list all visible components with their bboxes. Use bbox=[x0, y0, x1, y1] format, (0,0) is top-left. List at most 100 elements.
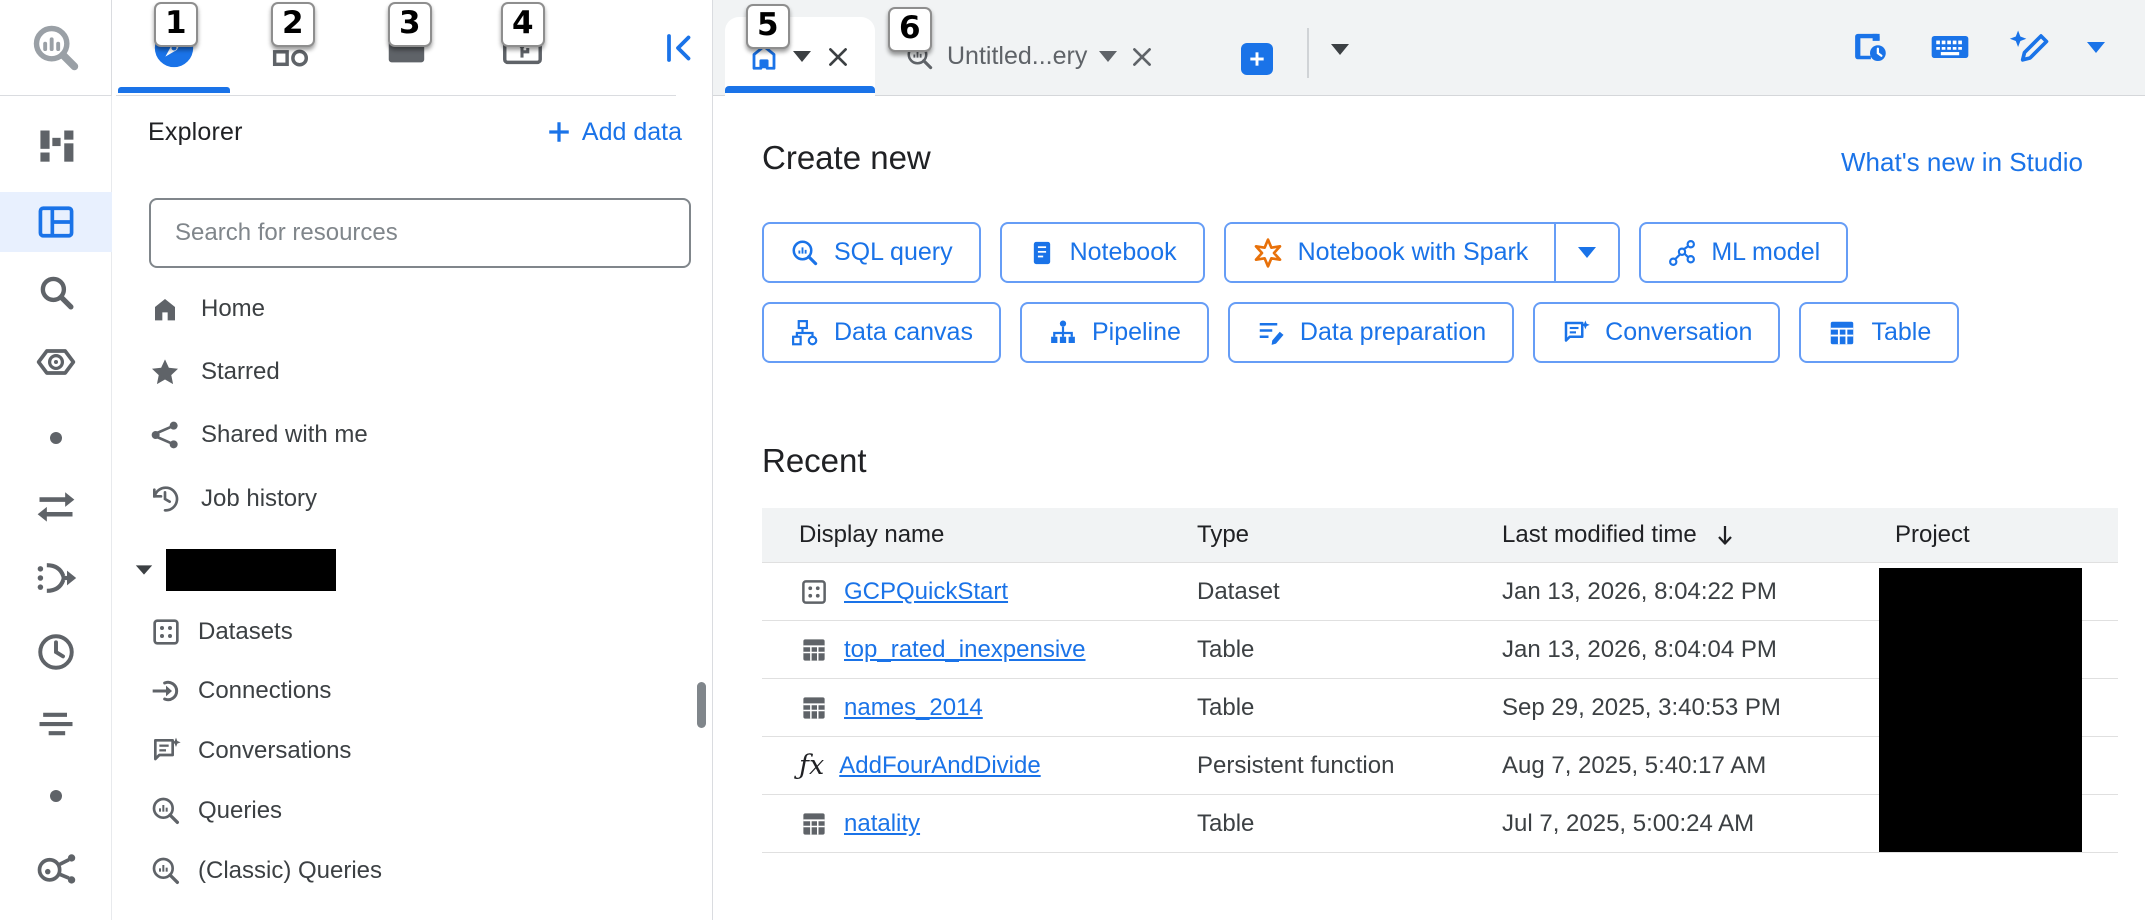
merge-arrow-icon bbox=[34, 556, 78, 600]
col-last-modified[interactable]: Last modified time bbox=[1502, 521, 1895, 549]
project-tree-node[interactable] bbox=[130, 544, 336, 596]
ml-model-button[interactable]: ML model bbox=[1639, 222, 1848, 283]
spark-star-icon bbox=[1252, 237, 1284, 269]
tree-item-queries[interactable]: Queries bbox=[112, 781, 672, 840]
data-preparation-button[interactable]: Data preparation bbox=[1228, 302, 1514, 363]
resource-link[interactable]: names_2014 bbox=[844, 694, 983, 722]
keyboard-icon bbox=[1928, 25, 1972, 69]
resource-type: Table bbox=[1197, 694, 1502, 722]
rail-item-transfers[interactable] bbox=[0, 480, 112, 532]
rail-item-workspace-active[interactable] bbox=[0, 192, 112, 252]
tree-item-label: Datasets bbox=[198, 618, 293, 646]
mark-badge-4: 4 bbox=[501, 2, 545, 47]
expand-arrow-icon[interactable] bbox=[130, 556, 158, 584]
button-label: SQL query bbox=[834, 238, 953, 267]
explorer-item-job-history[interactable]: Job history bbox=[112, 468, 672, 530]
resource-modified: Sep 29, 2025, 3:40:53 PM bbox=[1502, 694, 1895, 722]
table-icon bbox=[1827, 318, 1857, 348]
home-tab-menu-caret[interactable] bbox=[793, 51, 811, 62]
notebook-button[interactable]: Notebook bbox=[1000, 222, 1205, 283]
explorer-item-label: Home bbox=[201, 295, 265, 323]
project-column-redacted bbox=[1879, 568, 2082, 852]
recent-heading: Recent bbox=[762, 442, 867, 480]
dataset-icon bbox=[799, 577, 829, 607]
col-project[interactable]: Project bbox=[1895, 521, 2118, 549]
rail-item-dot-1[interactable] bbox=[0, 412, 112, 464]
clock-icon bbox=[35, 631, 77, 673]
notebook-with-spark-button[interactable]: Notebook with Spark bbox=[1226, 224, 1555, 281]
table-button[interactable]: Table bbox=[1799, 302, 1959, 363]
dot-icon bbox=[48, 430, 64, 446]
add-data-label: Add data bbox=[582, 118, 682, 147]
home-tab-content: Create new What's new in Studio SQL quer… bbox=[713, 97, 2145, 920]
rail-item-search[interactable] bbox=[0, 266, 112, 318]
sort-desc-arrow-icon bbox=[1713, 523, 1737, 547]
keyboard-shortcuts-button[interactable] bbox=[1927, 24, 1973, 70]
resource-link[interactable]: AddFourAndDivide bbox=[839, 752, 1040, 780]
rail-item-dot-2[interactable] bbox=[0, 770, 112, 822]
button-label: Conversation bbox=[1605, 318, 1752, 347]
scheduled-tab-button[interactable] bbox=[1847, 24, 1893, 70]
conversation-button[interactable]: Conversation bbox=[1533, 302, 1780, 363]
untitled-tab-menu-caret[interactable] bbox=[1099, 51, 1117, 62]
search-input[interactable] bbox=[175, 219, 665, 247]
data-preparation-icon bbox=[1256, 318, 1286, 348]
rail-item-governance[interactable] bbox=[0, 842, 112, 894]
query-icon bbox=[150, 855, 182, 887]
rail-item-partner[interactable] bbox=[0, 336, 112, 388]
home-icon bbox=[149, 293, 181, 325]
tree-item-classic-queries[interactable]: (Classic) Queries bbox=[112, 841, 672, 900]
rail-item-scheduling[interactable] bbox=[0, 626, 112, 678]
dataset-icon bbox=[150, 616, 182, 648]
tree-item-datasets[interactable]: Datasets bbox=[112, 602, 672, 661]
data-canvas-button[interactable]: Data canvas bbox=[762, 302, 1001, 363]
gemini-menu-caret[interactable] bbox=[2087, 42, 2105, 53]
resource-type: Table bbox=[1197, 636, 1502, 664]
new-tab-button[interactable] bbox=[1241, 43, 1273, 75]
resource-modified: Jan 13, 2026, 8:04:22 PM bbox=[1502, 578, 1895, 606]
history-icon bbox=[149, 483, 181, 515]
tab-overflow-caret[interactable] bbox=[1331, 44, 1349, 55]
tree-item-connections[interactable]: Connections bbox=[112, 661, 672, 720]
plus-icon bbox=[546, 119, 572, 145]
hub-network-icon bbox=[34, 846, 78, 890]
explorer-panel: Explorer Add data Home Starred bbox=[112, 0, 713, 920]
sql-query-icon bbox=[790, 238, 820, 268]
whats-new-link[interactable]: What's new in Studio bbox=[1841, 147, 2083, 178]
table-icon bbox=[799, 693, 829, 723]
gemini-assist-button[interactable] bbox=[2007, 24, 2053, 70]
col-type[interactable]: Type bbox=[1197, 521, 1502, 549]
resource-link[interactable]: natality bbox=[844, 810, 920, 838]
resource-type: Persistent function bbox=[1197, 752, 1502, 780]
rail-item-monitoring[interactable] bbox=[0, 698, 112, 750]
resource-link[interactable]: top_rated_inexpensive bbox=[844, 636, 1086, 664]
rail-item-migration[interactable] bbox=[0, 552, 112, 604]
explorer-item-home[interactable]: Home bbox=[112, 278, 672, 340]
recent-table-header: Display name Type Last modified time Pro… bbox=[762, 508, 2118, 563]
tree-item-conversations[interactable]: Conversations bbox=[112, 721, 672, 780]
ml-model-icon bbox=[1667, 238, 1697, 268]
resource-type: Dataset bbox=[1197, 578, 1502, 606]
col-display-name[interactable]: Display name bbox=[762, 521, 1197, 549]
explorer-item-starred[interactable]: Starred bbox=[112, 341, 672, 403]
collapse-panel-button[interactable] bbox=[658, 28, 698, 68]
untitled-query-tab[interactable]: Untitled...ery bbox=[891, 17, 1169, 96]
close-icon[interactable] bbox=[1129, 44, 1155, 70]
create-buttons-row-1: SQL query Notebook bbox=[762, 222, 1848, 283]
tree-item-label: (Classic) Queries bbox=[198, 857, 382, 885]
explorer-title: Explorer bbox=[148, 118, 243, 147]
close-icon[interactable] bbox=[825, 44, 851, 70]
add-data-button[interactable]: Add data bbox=[546, 118, 682, 147]
explorer-scrollbar-thumb[interactable] bbox=[697, 682, 706, 728]
button-label: Data preparation bbox=[1300, 318, 1486, 347]
explorer-item-shared[interactable]: Shared with me bbox=[112, 404, 672, 466]
spark-options-caret[interactable] bbox=[1554, 224, 1618, 281]
rail-item-studio[interactable] bbox=[0, 121, 112, 173]
search-icon bbox=[35, 271, 77, 313]
tab-clock-icon bbox=[1849, 26, 1891, 68]
resource-link[interactable]: GCPQuickStart bbox=[844, 578, 1008, 606]
stacked-lines-icon bbox=[34, 702, 78, 746]
sql-query-button[interactable]: SQL query bbox=[762, 222, 981, 283]
pipeline-button[interactable]: Pipeline bbox=[1020, 302, 1209, 363]
tabstrip-actions bbox=[1847, 24, 2105, 70]
